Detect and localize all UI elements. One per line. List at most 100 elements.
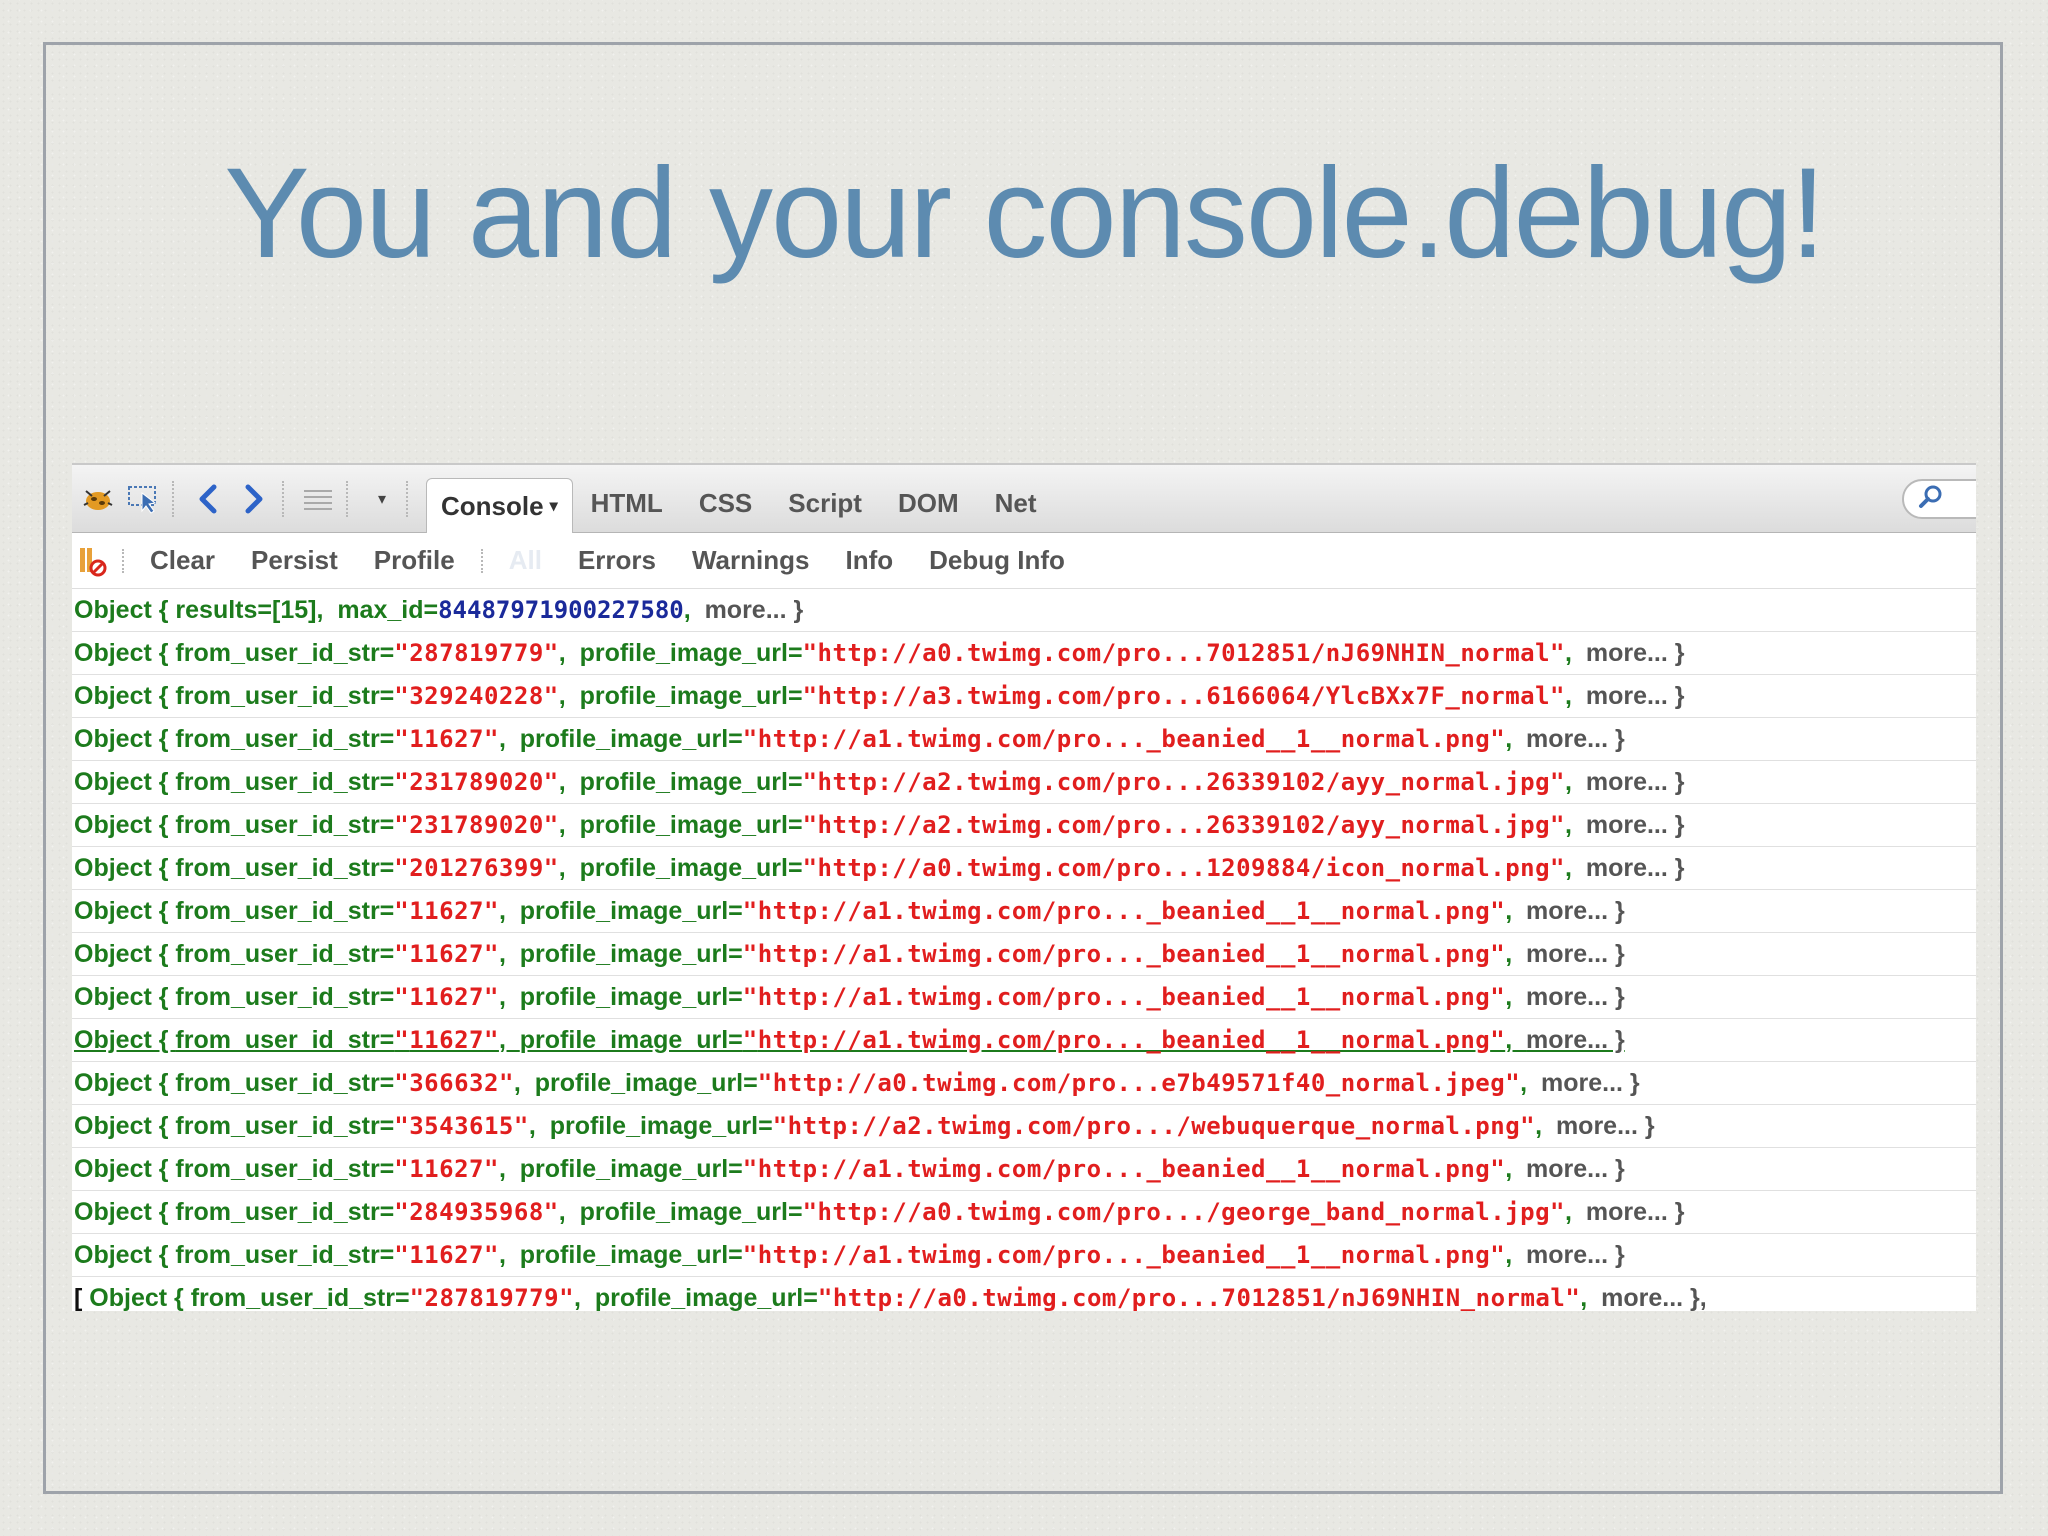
clear-button[interactable]: Clear [150, 545, 215, 576]
object-label: Object { [89, 1283, 191, 1312]
separator: , [1505, 724, 1527, 753]
more-link[interactable]: more... } [1526, 983, 1625, 1012]
console-row[interactable]: Object { from_user_id_str= "329240228", p… [72, 675, 1976, 718]
inspect-icon[interactable] [124, 479, 164, 519]
separator: , [1505, 896, 1527, 925]
console-row[interactable]: Object { from_user_id_str= "11627", profi… [72, 1148, 1976, 1191]
property-value: "11627" [394, 940, 499, 968]
firebug-icon[interactable] [78, 479, 118, 519]
tab-dom[interactable]: DOM [880, 480, 977, 528]
console-row[interactable]: Object { from_user_id_str= "11627", profi… [72, 933, 1976, 976]
property-value: "287819779" [394, 639, 559, 667]
more-link[interactable]: more... } [1586, 768, 1685, 797]
property-key: from_user_id_str= [175, 724, 395, 753]
console-clear-icon[interactable] [74, 541, 114, 581]
more-link[interactable]: more... } [1586, 1198, 1685, 1227]
filter-info[interactable]: Info [845, 545, 893, 576]
tab-console[interactable]: Console ▾ [426, 478, 573, 533]
object-label: Object { [74, 1068, 176, 1097]
console-row[interactable]: Object { from_user_id_str= "11627", profi… [72, 890, 1976, 933]
more-link[interactable]: more... } [705, 596, 804, 625]
forward-icon[interactable] [234, 479, 274, 519]
back-icon[interactable] [188, 479, 228, 519]
console-log: Object { results= [15] , max_id= 8448797… [72, 589, 1976, 1311]
console-row[interactable]: Object { from_user_id_str= "231789020", p… [72, 804, 1976, 847]
more-link[interactable]: more... } [1526, 1026, 1625, 1055]
more-link[interactable]: more... } [1541, 1069, 1640, 1098]
dropdown-icon[interactable]: ▾ [362, 479, 402, 519]
console-row[interactable]: Object { results= [15] , max_id= 8448797… [72, 589, 1976, 632]
console-row[interactable]: Object { from_user_id_str= "201276399", p… [72, 847, 1976, 890]
console-row[interactable]: Object { from_user_id_str= "11627", profi… [72, 1019, 1976, 1062]
array-bracket: [ [74, 1283, 90, 1312]
property-value: "201276399" [394, 854, 559, 882]
more-link[interactable]: more... } [1586, 639, 1685, 668]
more-link[interactable]: more... } [1586, 854, 1685, 883]
console-row[interactable]: Object { from_user_id_str= "231789020", p… [72, 761, 1976, 804]
property-value: "11627" [394, 725, 499, 753]
filter-errors[interactable]: Errors [578, 545, 656, 576]
separator: , [1580, 1283, 1602, 1312]
more-link[interactable]: more... } [1526, 725, 1625, 754]
property-value: "11627" [394, 1241, 499, 1269]
separator: , [528, 1111, 550, 1140]
object-label: Object { [74, 810, 176, 839]
console-rows: Object { from_user_id_str= "287819779", p… [72, 632, 1976, 1277]
property-key: max_id= [337, 595, 439, 624]
property-key: from_user_id_str= [175, 1154, 395, 1183]
console-row[interactable]: [ Object { from_user_id_str= "287819779"… [72, 1277, 1976, 1312]
persist-button[interactable]: Persist [251, 545, 338, 576]
property-key: from_user_id_str= [175, 1111, 395, 1140]
separator: , [1505, 1025, 1527, 1054]
property-key: profile_image_url= [519, 896, 743, 925]
more-link[interactable]: more... } [1586, 682, 1685, 711]
separator: , [498, 896, 520, 925]
toolbar-separator [406, 480, 408, 517]
more-link[interactable]: more... } [1526, 897, 1625, 926]
property-key: from_user_id_str= [175, 896, 395, 925]
console-row[interactable]: Object { from_user_id_str= "366632", prof… [72, 1062, 1976, 1105]
tab-html[interactable]: HTML [573, 480, 681, 528]
search-input[interactable] [1902, 479, 1976, 519]
tab-css[interactable]: CSS [681, 480, 770, 528]
property-key: profile_image_url= [579, 681, 803, 710]
property-value: "http://a0.twimg.com/pro...7012851/nJ69N… [817, 1284, 1581, 1311]
property-key: profile_image_url= [579, 853, 803, 882]
console-row[interactable]: Object { from_user_id_str= "287819779", p… [72, 632, 1976, 675]
tab-script[interactable]: Script [770, 480, 880, 528]
filter-warnings[interactable]: Warnings [692, 545, 809, 576]
object-label: Object { [74, 982, 176, 1011]
property-key: profile_image_url= [519, 982, 743, 1011]
toolbar-separator [346, 480, 348, 517]
more-link[interactable]: more... } [1526, 1155, 1625, 1184]
console-row[interactable]: Object { from_user_id_str= "3543615", pro… [72, 1105, 1976, 1148]
console-row[interactable]: Object { from_user_id_str= "284935968", p… [72, 1191, 1976, 1234]
property-key: from_user_id_str= [175, 810, 395, 839]
menu-icon[interactable] [298, 479, 338, 519]
console-row[interactable]: Object { from_user_id_str= "11627", profi… [72, 1234, 1976, 1277]
property-value: "http://a0.twimg.com/pro.../george_band_… [802, 1198, 1565, 1226]
property-value: "231789020" [394, 811, 559, 839]
separator: , [498, 982, 520, 1011]
profile-button[interactable]: Profile [374, 545, 455, 576]
property-key: from_user_id_str= [175, 1240, 395, 1269]
more-link[interactable]: more... } [1556, 1112, 1655, 1141]
more-link[interactable]: more... } [1526, 1241, 1625, 1270]
object-label: Object { [74, 1240, 176, 1269]
object-label: Object { [74, 1111, 176, 1140]
property-value: "366632" [394, 1069, 514, 1097]
tab-net[interactable]: Net [977, 480, 1055, 528]
filter-all[interactable]: All [509, 545, 542, 576]
property-value: "http://a1.twimg.com/pro..._beanied__1__… [742, 1026, 1506, 1054]
more-link[interactable]: more... }, [1601, 1284, 1707, 1312]
property-value: "11627" [394, 1026, 499, 1054]
console-row[interactable]: Object { from_user_id_str= "11627", profi… [72, 976, 1976, 1019]
property-value: "http://a1.twimg.com/pro..._beanied__1__… [742, 1155, 1506, 1183]
filter-debug-info[interactable]: Debug Info [929, 545, 1065, 576]
more-link[interactable]: more... } [1586, 811, 1685, 840]
more-link[interactable]: more... } [1526, 940, 1625, 969]
property-value: "http://a0.twimg.com/pro...1209884/icon_… [802, 854, 1565, 882]
property-key: profile_image_url= [579, 810, 803, 839]
property-key: from_user_id_str= [175, 1197, 395, 1226]
console-row[interactable]: Object { from_user_id_str= "11627", profi… [72, 718, 1976, 761]
